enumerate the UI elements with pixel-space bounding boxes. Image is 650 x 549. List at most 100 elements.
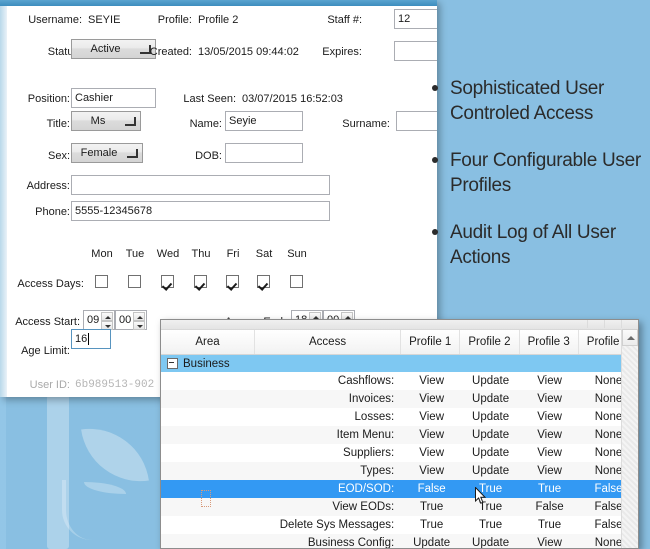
age-limit-input[interactable]: 16 xyxy=(71,329,111,349)
cell-access: Suppliers: xyxy=(343,447,395,459)
table-row[interactable]: Invoices: View Update View None xyxy=(161,390,638,408)
cell-profile-2[interactable]: Update xyxy=(461,447,520,459)
cell-profile-1[interactable]: View xyxy=(402,375,461,387)
minimize-button[interactable] xyxy=(587,320,604,328)
column-header-profile-2[interactable]: Profile 2 xyxy=(460,330,520,354)
spin-down-icon[interactable] xyxy=(133,321,145,330)
column-header-profile-3[interactable]: Profile 3 xyxy=(520,330,579,354)
cell-profile-1[interactable]: View xyxy=(402,465,461,477)
title-combobox-value: Ms xyxy=(90,115,106,127)
form-window-titlebar[interactable] xyxy=(0,0,437,6)
cell-profile-3[interactable]: View xyxy=(520,465,579,477)
collapse-expander-icon[interactable] xyxy=(167,357,178,369)
bullet-dot-icon xyxy=(432,85,438,91)
cell-profile-3[interactable]: True xyxy=(520,519,579,531)
sex-combobox[interactable]: Female xyxy=(71,143,143,163)
cell-profile-1[interactable]: False xyxy=(402,483,461,495)
access-start-minute-stepper[interactable]: 00 xyxy=(115,310,147,330)
access-start-hour-stepper[interactable]: 09 xyxy=(83,310,115,330)
spin-up-icon[interactable] xyxy=(101,312,113,321)
group-row-label-cell: Business xyxy=(161,358,269,370)
profile-label: Profile: xyxy=(157,14,192,26)
table-row[interactable]: EOD/SOD: False True True False xyxy=(161,480,638,507)
cell-profile-2[interactable]: True xyxy=(461,519,520,531)
cell-profile-2[interactable]: Update xyxy=(461,537,520,548)
bullet-text-3: Audit Log of All User Actions xyxy=(450,222,616,268)
cell-profile-2[interactable]: True xyxy=(461,483,520,495)
close-button[interactable] xyxy=(621,320,638,328)
cell-profile-1[interactable]: View xyxy=(402,411,461,423)
access-day-checkbox-fri[interactable] xyxy=(226,275,239,288)
cell-profile-3[interactable]: View xyxy=(520,393,579,405)
grid-group-row-business[interactable]: Business xyxy=(161,355,638,372)
cell-profile-3[interactable]: View xyxy=(520,411,579,423)
staff-number-input[interactable]: 12 xyxy=(394,9,437,29)
access-day-checkbox-sat[interactable] xyxy=(257,275,270,288)
access-start-hour-spin-buttons[interactable] xyxy=(101,312,113,330)
cell-profile-2[interactable]: Update xyxy=(461,465,520,477)
cell-profile-3[interactable]: False xyxy=(520,501,579,513)
access-day-checkbox-mon[interactable] xyxy=(95,275,108,288)
column-header-profile-1[interactable]: Profile 1 xyxy=(401,330,461,354)
access-day-checkbox-sun[interactable] xyxy=(290,275,303,288)
day-header-sat: Sat xyxy=(255,248,273,260)
name-input[interactable]: Seyie xyxy=(225,111,303,131)
feature-bullet-list: Sophisticated User Controled Access Four… xyxy=(432,76,650,292)
cell-profile-2[interactable]: Update xyxy=(461,411,520,423)
maximize-button[interactable] xyxy=(604,320,621,328)
access-days-label: Access Days: xyxy=(17,278,84,290)
dob-input[interactable] xyxy=(225,143,303,163)
table-row[interactable]: Losses: View Update View None xyxy=(161,408,638,426)
surname-input[interactable] xyxy=(396,111,437,131)
access-day-checkbox-thu[interactable] xyxy=(194,275,207,288)
cell-profile-1[interactable]: View xyxy=(402,447,461,459)
spin-up-icon[interactable] xyxy=(133,312,145,321)
cell-profile-3[interactable]: View xyxy=(520,537,579,548)
cell-profile-2[interactable]: Update xyxy=(461,393,520,405)
cell-profile-3[interactable]: View xyxy=(520,447,579,459)
phone-input[interactable]: 5555-12345678 xyxy=(71,201,330,221)
username-value: SEYIE xyxy=(88,14,121,26)
group-row-label: Business xyxy=(183,357,230,370)
position-input[interactable]: Cashier xyxy=(71,88,156,108)
cell-profile-1[interactable]: True xyxy=(402,501,461,513)
table-row[interactable]: View EODs: True True False False xyxy=(161,498,638,516)
table-row[interactable]: Delete Sys Messages: True True True False xyxy=(161,516,638,534)
cell-profile-2[interactable]: Update xyxy=(461,429,520,441)
grid-rows-container: Cashflows: View Update View None Invoices: Vie… xyxy=(161,372,638,548)
access-day-checkbox-wed[interactable] xyxy=(161,275,174,288)
bullet-dot-icon xyxy=(432,157,438,163)
cell-profile-2[interactable]: Update xyxy=(461,375,520,387)
cell-profile-3[interactable]: View xyxy=(520,375,579,387)
form-window-left-edge xyxy=(0,6,7,397)
table-row[interactable]: Item Menu: View Update View None xyxy=(161,426,638,444)
cell-profile-1[interactable]: Update xyxy=(402,537,461,548)
cell-profile-3[interactable]: View xyxy=(520,429,579,441)
table-row[interactable]: Cashflows: View Update View None xyxy=(161,372,638,390)
table-row[interactable]: Types: View Update View None xyxy=(161,462,638,480)
staff-number-label: Staff #: xyxy=(327,14,362,26)
expires-input[interactable] xyxy=(394,41,437,61)
cell-profile-1[interactable]: View xyxy=(402,429,461,441)
cell-profile-2[interactable]: True xyxy=(461,501,520,513)
cell-access: Cashflows: xyxy=(337,375,395,387)
cell-profile-1[interactable]: True xyxy=(402,519,461,531)
scroll-up-arrow-icon[interactable] xyxy=(622,329,638,346)
grid-vertical-scrollbar[interactable] xyxy=(621,329,638,548)
title-combobox[interactable]: Ms xyxy=(71,111,141,131)
cell-profile-3[interactable]: True xyxy=(520,483,579,495)
address-label: Address: xyxy=(26,180,70,192)
column-header-access[interactable]: Access xyxy=(255,330,402,354)
cell-profile-1[interactable]: View xyxy=(402,393,461,405)
address-input[interactable] xyxy=(71,175,330,195)
access-start-minute-spin-buttons[interactable] xyxy=(133,312,145,330)
access-day-checkbox-tue[interactable] xyxy=(128,275,141,288)
mouse-cursor-icon xyxy=(475,487,487,504)
cell-access: Losses: xyxy=(354,411,395,423)
column-header-area[interactable]: Area xyxy=(161,330,255,354)
created-value: 13/05/2015 09:44:02 xyxy=(198,46,299,58)
table-row[interactable]: Suppliers: View Update View None xyxy=(161,444,638,462)
table-row[interactable]: Business Config: Update Update View None xyxy=(161,534,638,548)
grid-window-titlebar[interactable] xyxy=(161,320,638,330)
cell-access: Delete Sys Messages: xyxy=(279,519,395,531)
